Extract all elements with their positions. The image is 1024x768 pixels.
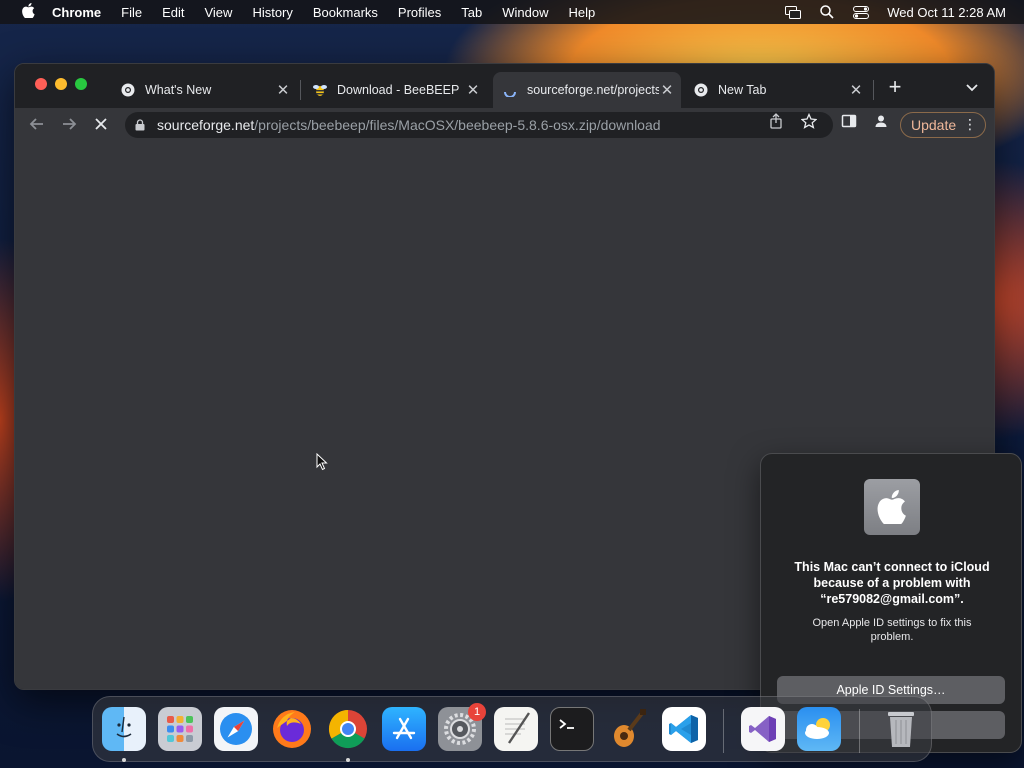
menu-history[interactable]: History <box>252 5 292 20</box>
tab-close-icon[interactable]: ✕ <box>659 81 675 99</box>
chrome-icon <box>121 83 135 97</box>
menu-help[interactable]: Help <box>569 5 596 20</box>
back-button[interactable] <box>27 115 47 135</box>
tab-new-tab[interactable]: New Tab ✕ <box>684 72 870 108</box>
address-bar[interactable]: sourceforge.net/projects/beebeep/files/M… <box>125 112 833 138</box>
stop-loading-button[interactable] <box>91 115 111 135</box>
chrome-icon <box>694 83 708 97</box>
alert-message: Open Apple ID settings to fix this probl… <box>812 617 972 643</box>
url-path: /projects/beebeep/files/MacOSX/beebeep-5… <box>254 117 661 133</box>
system-settings-icon[interactable]: 1 <box>438 703 486 751</box>
safari-icon[interactable] <box>214 707 258 751</box>
tab-close-icon[interactable]: ✕ <box>848 81 864 99</box>
beebeep-icon <box>313 83 327 97</box>
tab-close-icon[interactable]: ✕ <box>465 81 481 99</box>
tab-title: New Tab <box>718 83 767 97</box>
menu-bookmarks[interactable]: Bookmarks <box>313 5 378 20</box>
firefox-icon[interactable] <box>270 707 314 751</box>
window-controls <box>35 78 87 90</box>
trash-icon[interactable] <box>879 707 923 751</box>
lock-icon[interactable] <box>135 119 147 131</box>
apple-id-icon <box>864 479 920 535</box>
more-options-icon[interactable]: ⋮ <box>963 116 977 133</box>
tab-title: What's New <box>145 83 212 97</box>
tab-divider <box>300 80 301 100</box>
terminal-icon[interactable] <box>550 707 594 751</box>
menu-window[interactable]: Window <box>502 5 548 20</box>
menu-tab[interactable]: Tab <box>461 5 482 20</box>
alert-title: This Mac can’t connect to iCloud because… <box>794 560 990 606</box>
tab-title: sourceforge.net/projects/beebeep <box>527 83 659 97</box>
side-panel-icon[interactable] <box>841 113 857 129</box>
running-indicator <box>122 758 126 762</box>
menu-file[interactable]: File <box>121 5 142 20</box>
window-close-button[interactable] <box>35 78 47 90</box>
loading-spinner-icon <box>503 83 517 97</box>
tab-divider <box>873 80 874 100</box>
url-domain: sourceforge.net <box>157 117 255 133</box>
textedit-icon[interactable] <box>494 707 538 751</box>
menu-view[interactable]: View <box>204 5 232 20</box>
menubar-clock[interactable]: Wed Oct 11 2:28 AM <box>887 5 1006 20</box>
update-button[interactable]: Update ⋮ <box>900 112 986 138</box>
bookmark-star-icon[interactable] <box>800 112 818 129</box>
tab-close-icon[interactable]: ✕ <box>275 81 291 99</box>
chrome-icon[interactable] <box>326 707 370 751</box>
garageband-icon[interactable] <box>606 707 650 751</box>
menu-bar: Chrome File Edit View History Bookmarks … <box>0 0 1024 24</box>
tab-sourceforge[interactable]: sourceforge.net/projects/beebeep ✕ <box>493 72 681 108</box>
profile-icon[interactable] <box>873 113 889 129</box>
new-tab-button[interactable]: + <box>885 76 905 100</box>
tab-search-chevron-icon[interactable] <box>963 78 981 96</box>
weather-icon[interactable] <box>797 707 841 751</box>
browser-toolbar: sourceforge.net/projects/beebeep/files/M… <box>15 108 994 142</box>
update-label: Update <box>911 117 957 133</box>
dock-divider <box>859 709 860 753</box>
menu-chrome[interactable]: Chrome <box>52 5 101 20</box>
tab-whats-new[interactable]: What's New ✕ <box>111 72 297 108</box>
menu-profiles[interactable]: Profiles <box>398 5 441 20</box>
vscode-icon[interactable] <box>662 707 706 751</box>
running-indicator <box>346 758 350 762</box>
window-minimize-button[interactable] <box>55 78 67 90</box>
tab-title: Download - BeeBEEP <box>337 83 460 97</box>
dock: 1 <box>92 696 932 762</box>
tab-download-beebeep[interactable]: Download - BeeBEEP ✕ <box>303 72 487 108</box>
control-center-icon[interactable] <box>853 5 870 19</box>
mouse-cursor-icon <box>316 452 328 471</box>
window-zoom-button[interactable] <box>75 78 87 90</box>
launchpad-icon[interactable] <box>158 707 202 751</box>
screen-mirroring-icon[interactable] <box>785 5 802 19</box>
apple-menu-icon[interactable] <box>18 2 38 22</box>
share-icon[interactable] <box>768 113 784 129</box>
spotlight-search-icon[interactable] <box>819 5 835 19</box>
visual-studio-icon[interactable] <box>741 707 785 751</box>
finder-icon[interactable] <box>102 707 146 751</box>
menu-edit[interactable]: Edit <box>162 5 184 20</box>
notification-badge: 1 <box>468 703 486 721</box>
dock-divider <box>723 709 724 753</box>
app-store-icon[interactable] <box>382 707 426 751</box>
tab-strip: What's New ✕ Download - BeeBEEP ✕ source… <box>15 64 994 108</box>
forward-button[interactable] <box>59 115 79 135</box>
